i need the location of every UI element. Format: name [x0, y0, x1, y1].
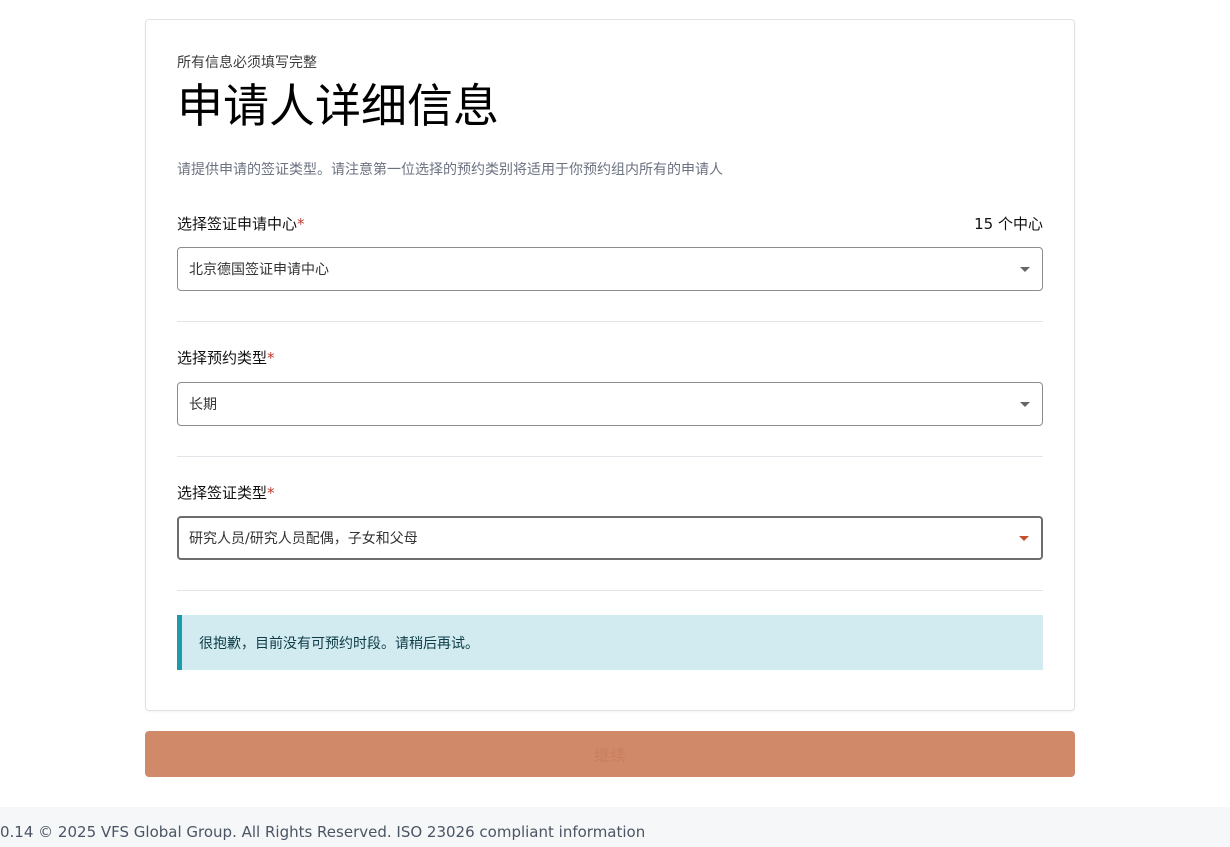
visa-type-select[interactable]: 研究人员/研究人员配偶，子女和父母	[177, 516, 1043, 560]
page-description: 请提供申请的签证类型。请注意第一位选择的预约类别将适用于你预约组内所有的申请人	[177, 162, 723, 178]
center-label-text: 选择签证申请中心	[177, 215, 298, 233]
required-asterisk: *	[267, 349, 275, 367]
appointment-type-select-value: 长期	[189, 397, 217, 413]
no-slots-alert: 很抱歉，目前没有可预约时段。请稍后再试。	[177, 615, 1043, 670]
alert-message: 很抱歉，目前没有可预约时段。请稍后再试。	[199, 635, 479, 652]
continue-button[interactable]: 继续	[145, 731, 1075, 777]
appointment-type-label-text: 选择预约类型	[177, 349, 268, 367]
divider	[177, 590, 1043, 591]
required-note: 所有信息必须填写完整	[177, 55, 317, 71]
center-select[interactable]: 北京德国签证申请中心	[177, 247, 1043, 291]
appointment-type-select[interactable]: 长期	[177, 382, 1043, 426]
divider	[177, 321, 1043, 322]
chevron-down-icon	[1020, 267, 1030, 272]
chevron-down-icon	[1019, 536, 1029, 541]
visa-type-select-value: 研究人员/研究人员配偶，子女和父母	[189, 531, 418, 547]
divider	[177, 456, 1043, 457]
center-count: 15 个中心	[974, 215, 1043, 233]
visa-type-label-text: 选择签证类型	[177, 484, 268, 502]
appointment-type-label: 选择预约类型*	[177, 347, 275, 368]
applicant-details-card: 所有信息必须填写完整 申请人详细信息 请提供申请的签证类型。请注意第一位选择的预…	[145, 19, 1075, 711]
chevron-down-icon	[1020, 402, 1030, 407]
footer-copyright: 0.14 © 2025 VFS Global Group. All Rights…	[0, 823, 646, 841]
footer: 0.14 © 2025 VFS Global Group. All Rights…	[0, 807, 1230, 847]
visa-type-label: 选择签证类型*	[177, 482, 275, 503]
required-asterisk: *	[267, 484, 275, 502]
required-asterisk: *	[297, 215, 305, 233]
page-title: 申请人详细信息	[177, 79, 499, 133]
center-label: 选择签证申请中心*	[177, 213, 305, 234]
center-select-value: 北京德国签证申请中心	[189, 262, 329, 278]
